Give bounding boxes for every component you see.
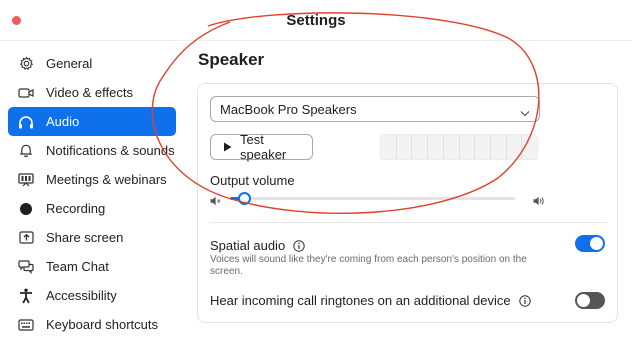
ringtones-label: Hear incoming call ringtones on an addit…	[210, 293, 511, 308]
sidebar-item-general[interactable]: General	[8, 49, 176, 78]
output-volume-label: Output volume	[210, 173, 295, 188]
share-screen-icon	[16, 230, 36, 246]
sidebar-item-label: General	[46, 56, 93, 71]
record-icon	[16, 201, 36, 217]
sidebar-item-label: Audio	[46, 114, 80, 129]
output-volume-row	[210, 190, 545, 206]
play-icon	[223, 142, 232, 152]
level-meter-segment	[522, 135, 537, 159]
output-volume-slider[interactable]	[230, 197, 515, 200]
headphones-icon	[16, 114, 36, 130]
level-meter-segment	[412, 135, 429, 159]
chat-icon	[16, 259, 36, 275]
sidebar-item-label: Meetings & webinars	[46, 172, 167, 187]
speaker-level-meter	[380, 134, 538, 160]
sidebar-item-keyboard-shortcuts[interactable]: Keyboard shortcuts	[8, 310, 176, 339]
keyboard-icon	[16, 317, 36, 333]
level-meter-segment	[475, 135, 491, 159]
info-icon[interactable]	[518, 294, 531, 307]
sidebar-item-recording[interactable]: Recording	[8, 194, 176, 223]
sidebar-item-label: Notifications & sounds	[46, 143, 175, 158]
ringtones-toggle[interactable]	[575, 292, 605, 309]
sidebar-item-accessibility[interactable]: Accessibility	[8, 281, 176, 310]
audio-settings-panel: Speaker MacBook Pro Speakers Test speake…	[197, 50, 622, 323]
gear-icon	[16, 56, 36, 72]
toggle-knob	[577, 294, 590, 307]
level-meter-segment	[443, 135, 460, 159]
divider	[210, 222, 607, 223]
sidebar-item-label: Recording	[46, 201, 106, 216]
info-icon[interactable]	[293, 239, 305, 252]
level-meter-segment	[428, 135, 444, 159]
bell-icon	[16, 143, 36, 159]
window-title: Settings	[286, 12, 346, 29]
ringtones-row: Hear incoming call ringtones on an addit…	[210, 293, 531, 308]
test-speaker-button[interactable]: Test speaker	[210, 132, 313, 162]
test-speaker-label: Test speaker	[240, 132, 287, 162]
sidebar-item-meetings-webinars[interactable]: Meetings & webinars	[8, 165, 176, 194]
sidebar-item-label: Team Chat	[46, 259, 109, 274]
settings-sidebar: General Video & effects Audio Notificati…	[8, 49, 176, 339]
volume-high-icon	[533, 193, 545, 211]
level-meter-segment	[506, 135, 523, 159]
settings-window: Settings General Video & effects Audio N…	[0, 0, 632, 343]
chevron-down-icon	[520, 105, 530, 120]
level-meter-segment	[396, 135, 413, 159]
section-title: Speaker	[198, 50, 265, 69]
sidebar-item-label: Keyboard shortcuts	[46, 317, 159, 332]
spatial-audio-row: Spatial audio	[210, 238, 305, 253]
spatial-audio-description: Voices will sound like they're coming fr…	[210, 254, 527, 277]
projector-icon	[16, 172, 36, 188]
speaker-device-value: MacBook Pro Speakers	[220, 101, 357, 117]
speaker-device-select[interactable]: MacBook Pro Speakers	[210, 96, 540, 122]
sidebar-item-share-screen[interactable]: Share screen	[8, 223, 176, 252]
sidebar-item-team-chat[interactable]: Team Chat	[8, 252, 176, 281]
level-meter-segment	[459, 135, 476, 159]
video-camera-icon	[16, 85, 36, 101]
sidebar-item-label: Video & effects	[46, 85, 133, 100]
spatial-audio-toggle[interactable]	[575, 235, 605, 252]
spatial-audio-label: Spatial audio	[210, 238, 286, 253]
speaker-card: MacBook Pro Speakers Test speaker Output…	[197, 83, 618, 323]
sidebar-item-notifications-sounds[interactable]: Notifications & sounds	[8, 136, 176, 165]
volume-low-icon	[210, 193, 221, 211]
sidebar-item-audio[interactable]: Audio	[8, 107, 176, 136]
sidebar-item-label: Share screen	[46, 230, 124, 245]
sidebar-item-video-effects[interactable]: Video & effects	[8, 78, 176, 107]
output-volume-thumb[interactable]	[238, 192, 252, 205]
level-meter-segment	[490, 135, 507, 159]
level-meter-segment	[381, 135, 397, 159]
toggle-knob	[590, 237, 603, 250]
title-bar: Settings	[0, 0, 632, 41]
sidebar-item-label: Accessibility	[46, 288, 117, 303]
accessibility-icon	[16, 288, 36, 304]
